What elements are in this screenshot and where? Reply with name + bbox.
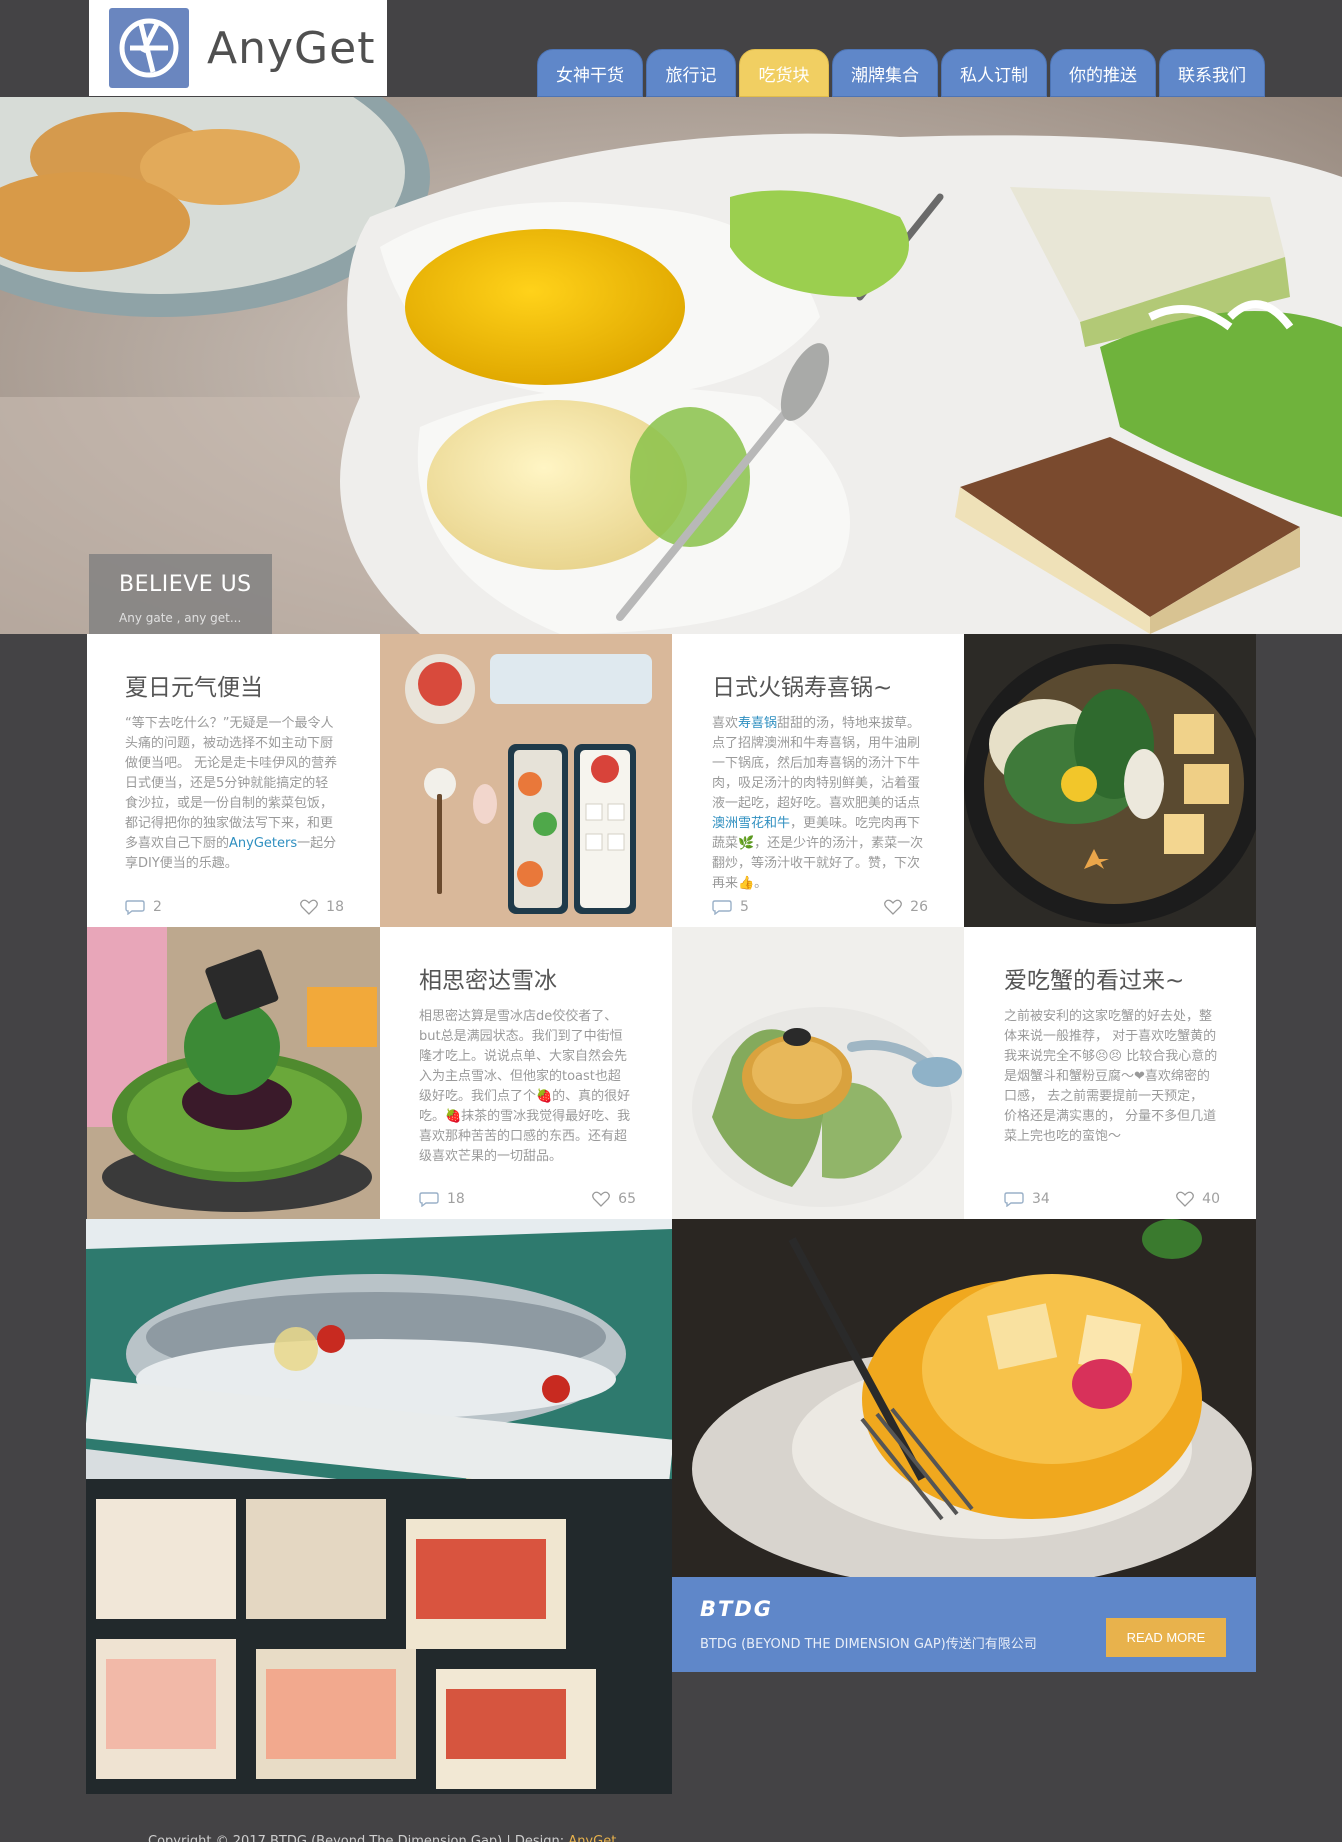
- comment-icon: [712, 900, 732, 915]
- comments-count[interactable]: 18: [419, 1191, 465, 1207]
- post-meta: 5 26: [712, 899, 928, 915]
- logo[interactable]: AnyGet: [89, 0, 387, 96]
- post-excerpt: “等下去吃什么？”无疑是一个最令人头痛的问题，被动选择不如主动下厨做便当吧。 无…: [125, 716, 338, 871]
- nav-item-custom[interactable]: 私人订制: [941, 49, 1047, 97]
- bingsu-photo[interactable]: [87, 927, 380, 1219]
- post-title: 夏日元气便当: [125, 675, 263, 701]
- btdg-description: BTDG (BEYOND THE DIMENSION GAP)传送门有限公司: [700, 1637, 1037, 1652]
- nav-item-travel[interactable]: 旅行记: [646, 49, 736, 97]
- nav-item-contact[interactable]: 联系我们: [1159, 49, 1265, 97]
- bento-photo[interactable]: [380, 634, 672, 927]
- nav-item-brands[interactable]: 潮牌集合: [832, 49, 938, 97]
- believe-us-box[interactable]: BELIEVE US Any gate , any get...: [89, 554, 272, 634]
- comments-count[interactable]: 5: [712, 899, 749, 915]
- post-meta: 2 18: [125, 899, 344, 915]
- post-excerpt: 喜欢寿喜锅甜甜的汤，特地来拔草。点了招牌澳洲和牛寿喜锅，用牛油刷一下锅底，然后加…: [712, 716, 924, 891]
- likes-count[interactable]: 18: [300, 899, 344, 915]
- btdg-banner: BTDG BTDG (BEYOND THE DIMENSION GAP)传送门有…: [672, 1577, 1256, 1672]
- post-title: 爱吃蟹的看过来~: [1004, 968, 1185, 994]
- main-nav: 女神干货 旅行记 吃货块 潮牌集合 私人订制 你的推送 联系我们: [537, 49, 1265, 97]
- hero-banner: BELIEVE US Any gate , any get...: [0, 97, 1342, 634]
- read-more-button[interactable]: READ MORE: [1106, 1618, 1226, 1657]
- post-excerpt: 相思密达算是雪冰店de佼佼者了、but总是满园状态。我们到了中街恒隆才吃上。说说…: [419, 1009, 631, 1164]
- heart-icon: [884, 899, 903, 915]
- sukiyaki-photo[interactable]: [964, 634, 1256, 927]
- post-meta: 18 65: [419, 1191, 636, 1207]
- post-excerpt: 之前被安利的这家吃蟹的好去处，整体来说一般推荐， 对于喜欢吃蟹黄的我来说完全不够…: [1004, 1009, 1218, 1144]
- likes-count[interactable]: 40: [1176, 1191, 1220, 1207]
- footer-design-link[interactable]: AnyGet: [568, 1834, 616, 1842]
- site-header: AnyGet 女神干货 旅行记 吃货块 潮牌集合 私人订制 你的推送 联系我们: [0, 0, 1342, 97]
- heart-icon: [592, 1191, 611, 1207]
- post-card-sukiyaki[interactable]: 日式火锅寿喜锅~ 喜欢寿喜锅甜甜的汤，特地来拔草。点了招牌澳洲和牛寿喜锅，用牛油…: [672, 634, 964, 927]
- footer-copyright: Copyright © 2017 BTDG (Beyond The Dimens…: [148, 1834, 616, 1842]
- sukiyaki-link[interactable]: 寿喜锅: [738, 716, 777, 731]
- crab-photo[interactable]: [672, 927, 964, 1219]
- nav-item-push[interactable]: 你的推送: [1050, 49, 1156, 97]
- brand-logo-icon: [109, 8, 189, 88]
- hero-subtitle: Any gate , any get...: [119, 611, 242, 625]
- post-title: 日式火锅寿喜锅~: [712, 675, 893, 701]
- heart-icon: [300, 899, 319, 915]
- post-card-bingsu[interactable]: 相思密达雪冰 相思密达算是雪冰店de佼佼者了、but总是满园状态。我们到了中街恒…: [380, 927, 672, 1219]
- nav-item-goddess[interactable]: 女神干货: [537, 49, 643, 97]
- hero-title: BELIEVE US: [119, 572, 252, 597]
- nav-item-foodie[interactable]: 吃货块: [739, 49, 829, 97]
- heart-icon: [1176, 1191, 1195, 1207]
- post-card-bento[interactable]: 夏日元气便当 “等下去吃什么？”无疑是一个最令人头痛的问题，被动选择不如主动下厨…: [87, 634, 380, 927]
- comment-icon: [125, 900, 145, 915]
- mango-dessert-photo[interactable]: [672, 1219, 1256, 1577]
- post-title: 相思密达雪冰: [419, 968, 557, 994]
- brand-name: AnyGet: [207, 22, 376, 74]
- wagyu-link[interactable]: 澳洲雪花和牛: [712, 816, 790, 831]
- comment-icon: [419, 1192, 439, 1207]
- likes-count[interactable]: 26: [884, 899, 928, 915]
- comments-count[interactable]: 34: [1004, 1191, 1050, 1207]
- post-meta: 34 40: [1004, 1191, 1220, 1207]
- likes-count[interactable]: 65: [592, 1191, 636, 1207]
- comment-icon: [1004, 1192, 1024, 1207]
- comments-count[interactable]: 2: [125, 899, 162, 915]
- btdg-logo: BTDG: [700, 1597, 773, 1621]
- anygeters-link[interactable]: AnyGeters: [229, 836, 297, 851]
- post-card-crab[interactable]: 爱吃蟹的看过来~ 之前被安利的这家吃蟹的好去处，整体来说一般推荐， 对于喜欢吃蟹…: [964, 927, 1256, 1219]
- fish-market-photo[interactable]: [86, 1219, 672, 1794]
